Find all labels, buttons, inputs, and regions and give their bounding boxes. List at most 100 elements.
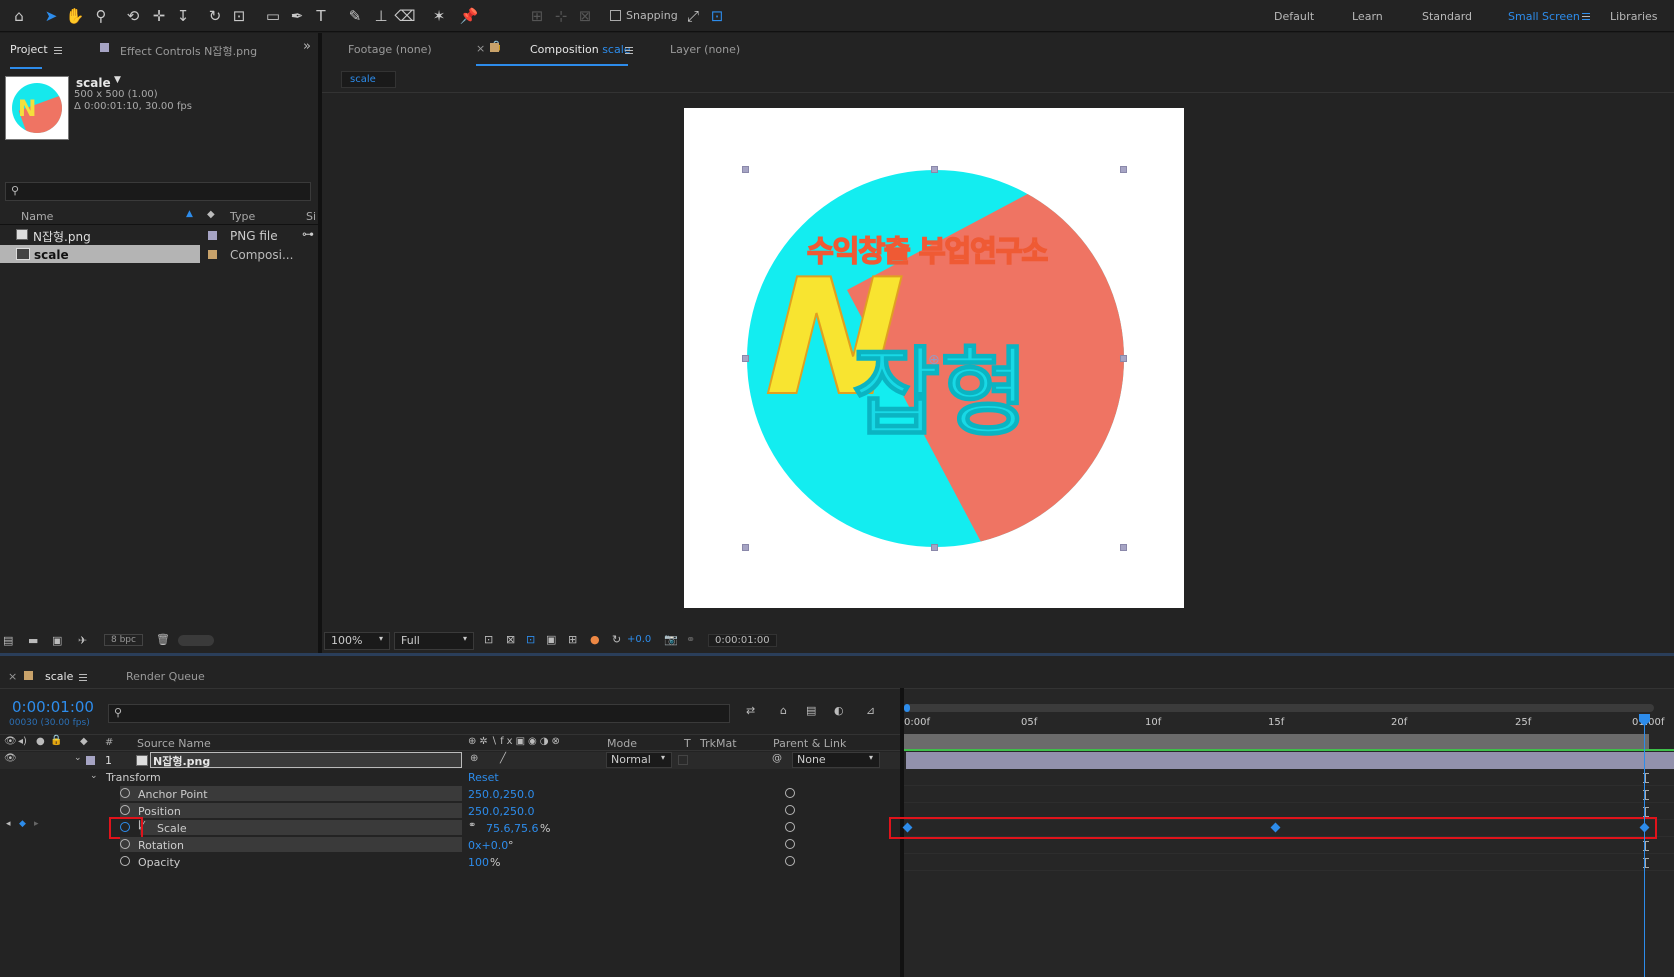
tab-composition[interactable]: Composition scale xyxy=(530,43,631,56)
transparency-grid-icon[interactable]: ⊠ xyxy=(506,633,515,646)
column-name[interactable]: Name xyxy=(21,210,53,223)
region-of-interest-icon[interactable]: ▣ xyxy=(546,633,556,646)
stopwatch-icon[interactable] xyxy=(120,805,130,815)
stopwatch-icon[interactable] xyxy=(120,856,130,866)
composition-menu-icon[interactable] xyxy=(625,47,633,54)
mask-visibility-icon[interactable]: ⊡ xyxy=(526,633,535,646)
tab-layer[interactable]: Layer (none) xyxy=(670,43,740,56)
rotation-tool-icon[interactable]: ↻ xyxy=(204,5,226,27)
comp-navigator-chip[interactable]: scale xyxy=(341,71,396,88)
property-value-rotation[interactable]: 0x+0.0 xyxy=(468,839,508,852)
column-type[interactable]: Type xyxy=(230,210,255,223)
fast-previews-icon[interactable]: ⊡ xyxy=(484,633,493,646)
rectangle-tool-icon[interactable]: ▭ xyxy=(262,5,284,27)
close-tab-icon[interactable]: × xyxy=(476,42,485,55)
anchor-point-icon[interactable]: ⊕ xyxy=(928,352,940,368)
work-area-bar[interactable] xyxy=(904,734,1649,749)
label-tag-icon[interactable]: ◆ xyxy=(207,209,215,220)
layer-duration-bar[interactable] xyxy=(906,752,1674,769)
previous-keyframe-icon[interactable]: ◂ xyxy=(6,819,11,829)
expression-pickwhip-icon[interactable] xyxy=(785,822,795,832)
pan-camera-icon[interactable]: ✛ xyxy=(148,5,170,27)
exposure-value[interactable]: +0.0 xyxy=(627,634,651,645)
interpret-footage-icon[interactable]: ▤ xyxy=(3,634,13,647)
tab-footage[interactable]: Footage (none) xyxy=(348,43,432,56)
property-value-opacity[interactable]: 100 xyxy=(468,856,489,869)
roto-brush-tool-icon[interactable]: ✶ xyxy=(428,5,450,27)
workspace-menu-icon[interactable] xyxy=(1582,13,1590,20)
panel-overflow-icon[interactable]: » xyxy=(303,39,311,54)
transform-handle[interactable] xyxy=(742,544,749,551)
time-ruler[interactable]: 0:00f 05f 10f 15f 20f 25f 01:00f xyxy=(904,714,1674,734)
viewer-timecode[interactable]: 0:00:01:00 xyxy=(708,634,777,647)
column-parent-link[interactable]: Parent & Link xyxy=(773,737,846,750)
snapping-checkbox[interactable] xyxy=(610,10,621,21)
trash-icon[interactable]: 🗑 xyxy=(156,633,170,646)
workspace-libraries[interactable]: Libraries xyxy=(1610,10,1658,23)
resolution-dropdown[interactable]: Full ▾ xyxy=(394,632,474,650)
new-composition-icon[interactable]: ▣ xyxy=(52,634,62,647)
column-mode[interactable]: Mode xyxy=(607,737,637,750)
zoom-dropdown[interactable]: 100% ▾ xyxy=(324,632,390,650)
adjust-project-settings-icon[interactable]: ✈ xyxy=(78,634,87,647)
workspace-default[interactable]: Default xyxy=(1274,10,1314,23)
label-tag-icon[interactable]: ◆ xyxy=(80,736,88,747)
new-folder-icon[interactable]: ▬ xyxy=(28,634,38,647)
timeline-search-input[interactable]: ⚲ xyxy=(108,704,730,723)
zoom-tool-icon[interactable]: ⚲ xyxy=(90,5,112,27)
transform-handle[interactable] xyxy=(931,166,938,173)
snap-options-icon[interactable]: ⤢ xyxy=(682,5,704,27)
brush-tool-icon[interactable]: ✎ xyxy=(344,5,366,27)
world-axis-icon[interactable]: ⊹ xyxy=(550,5,572,27)
column-trkmat[interactable]: TrkMat xyxy=(700,737,737,750)
layer-twirl-icon[interactable]: ⌄ xyxy=(74,753,82,763)
home-icon[interactable]: ⌂ xyxy=(8,5,30,27)
bit-depth-button[interactable]: 8 bpc xyxy=(104,634,143,646)
snap-target-icon[interactable]: ⊡ xyxy=(706,5,728,27)
hide-shy-layers-icon[interactable]: ▤ xyxy=(806,704,816,717)
parent-dropdown[interactable]: None ▾ xyxy=(792,752,880,768)
property-value-anchor-point[interactable]: 250.0,250.0 xyxy=(468,788,534,801)
snapshot-icon[interactable]: 📷 xyxy=(664,633,678,646)
layer-label-swatch-icon[interactable] xyxy=(86,756,95,765)
next-keyframe-icon[interactable]: ▸ xyxy=(34,819,39,829)
audio-icon[interactable]: ◂) xyxy=(18,736,27,747)
type-tool-icon[interactable]: T xyxy=(310,5,332,27)
selection-tool-icon[interactable]: ➤ xyxy=(40,5,62,27)
property-value-position[interactable]: 250.0,250.0 xyxy=(468,805,534,818)
frame-blending-icon[interactable]: ◐ xyxy=(834,704,844,717)
expression-pickwhip-icon[interactable] xyxy=(785,805,795,815)
preserve-transparency-checkbox[interactable] xyxy=(678,755,688,765)
add-keyframe-icon[interactable]: ◆ xyxy=(19,819,26,829)
project-row-png[interactable]: N잡형.png PNG file ⊶ xyxy=(0,226,318,244)
dolly-camera-icon[interactable]: ↧ xyxy=(172,5,194,27)
layer-row[interactable]: 👁 ⌄ 1 N잡형.png ⊕ ╱ Normal ▾ @ None ▾ xyxy=(0,752,900,769)
layer-visibility-icon[interactable]: 👁 xyxy=(4,753,17,764)
graph-editor-icon[interactable]: ⊿ xyxy=(866,704,875,717)
video-eye-icon[interactable]: 👁 xyxy=(4,736,17,747)
expression-pickwhip-icon[interactable] xyxy=(785,839,795,849)
workspace-learn[interactable]: Learn xyxy=(1352,10,1383,23)
column-t[interactable]: T xyxy=(684,737,691,750)
show-snapshot-icon[interactable]: ⚭ xyxy=(686,633,695,646)
stopwatch-icon[interactable] xyxy=(120,788,130,798)
column-size[interactable]: Si xyxy=(306,210,316,223)
blend-mode-dropdown[interactable]: Normal ▾ xyxy=(606,752,672,768)
channel-icon[interactable]: ● xyxy=(590,633,600,646)
pan-behind-tool-icon[interactable]: ⊡ xyxy=(228,5,250,27)
workspace-standard[interactable]: Standard xyxy=(1422,10,1472,23)
workspace-small-screen[interactable]: Small Screen xyxy=(1508,10,1580,23)
current-time-display[interactable]: 0:00:01:00 xyxy=(12,698,94,716)
composition-mini-flowchart-icon[interactable]: ⇄ xyxy=(746,704,755,717)
project-menu-icon[interactable] xyxy=(54,47,62,54)
property-value-scale[interactable]: 75.6,75.6 xyxy=(486,822,538,835)
puppet-pin-tool-icon[interactable]: 📌 xyxy=(458,5,480,27)
column-source-name[interactable]: Source Name xyxy=(137,737,211,750)
time-navigator[interactable] xyxy=(904,704,1654,712)
pen-tool-icon[interactable]: ✒ xyxy=(286,5,308,27)
view-axis-icon[interactable]: ⊠ xyxy=(574,5,596,27)
clone-stamp-tool-icon[interactable]: ⊥ xyxy=(370,5,392,27)
solo-icon[interactable]: ● xyxy=(36,736,45,747)
thumbnail-slider[interactable] xyxy=(178,635,214,646)
transform-twirl-icon[interactable]: ⌄ xyxy=(90,771,98,781)
